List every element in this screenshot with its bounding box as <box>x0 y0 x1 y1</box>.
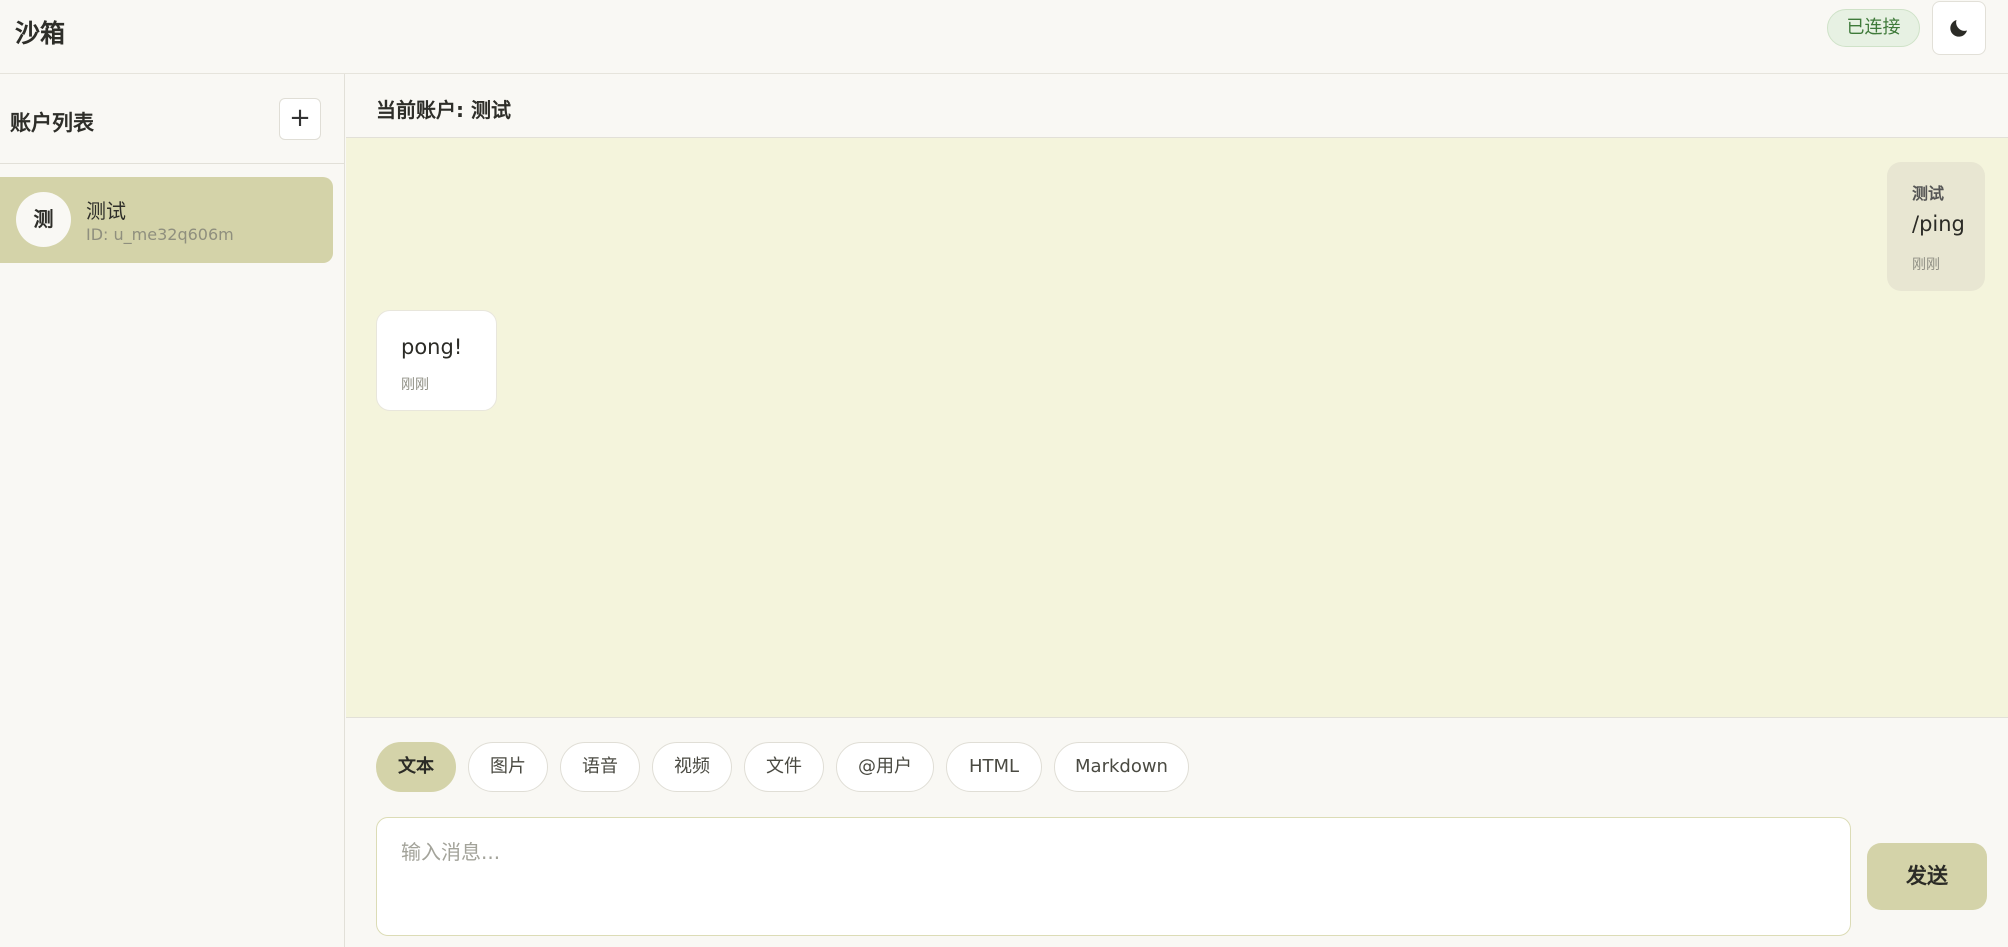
tab-image[interactable]: 图片 <box>468 742 548 792</box>
message-text: /ping <box>1912 212 1965 236</box>
account-id: ID: u_me32q606m <box>86 225 234 244</box>
message-text: pong! <box>401 335 463 359</box>
add-account-button[interactable]: + <box>279 98 321 140</box>
tab-mention-user[interactable]: @用户 <box>836 742 934 792</box>
sidebar-header: 账户列表 + <box>0 74 344 164</box>
top-bar: 沙箱 已连接 <box>0 0 2008 74</box>
account-name: 测试 <box>86 199 126 223</box>
tab-file[interactable]: 文件 <box>744 742 824 792</box>
sidebar-title: 账户列表 <box>10 111 94 135</box>
current-account-title: 当前账户: 测试 <box>376 98 511 122</box>
theme-toggle-button[interactable] <box>1932 1 1986 55</box>
tab-markdown[interactable]: Markdown <box>1054 742 1189 792</box>
message-time: 刚刚 <box>1912 257 1940 273</box>
tab-html[interactable]: HTML <box>946 742 1042 792</box>
moon-icon <box>1950 20 1967 37</box>
connection-status-badge: 已连接 <box>1827 9 1920 47</box>
tab-video[interactable]: 视频 <box>652 742 732 792</box>
account-sidebar: 账户列表 + 测 测试 ID: u_me32q606m <box>0 74 345 947</box>
account-list-item[interactable]: 测 测试 ID: u_me32q606m <box>0 177 333 263</box>
chat-header: 当前账户: 测试 <box>346 74 2008 138</box>
avatar: 测 <box>16 192 71 247</box>
tab-voice[interactable]: 语音 <box>560 742 640 792</box>
message-composer: 文本 图片 语音 视频 文件 @用户 HTML Markdown 发送 <box>346 718 2008 947</box>
outgoing-message: 测试 /ping 刚刚 <box>1887 162 1985 291</box>
message-input[interactable] <box>376 817 1851 936</box>
incoming-message: pong! 刚刚 <box>376 310 497 411</box>
message-sender: 测试 <box>1912 184 1945 203</box>
send-button[interactable]: 发送 <box>1867 843 1987 910</box>
tab-text[interactable]: 文本 <box>376 742 456 792</box>
app-title: 沙箱 <box>15 19 66 48</box>
message-time: 刚刚 <box>401 377 429 393</box>
message-list[interactable]: 测试 /ping 刚刚 pong! 刚刚 <box>346 138 2008 718</box>
